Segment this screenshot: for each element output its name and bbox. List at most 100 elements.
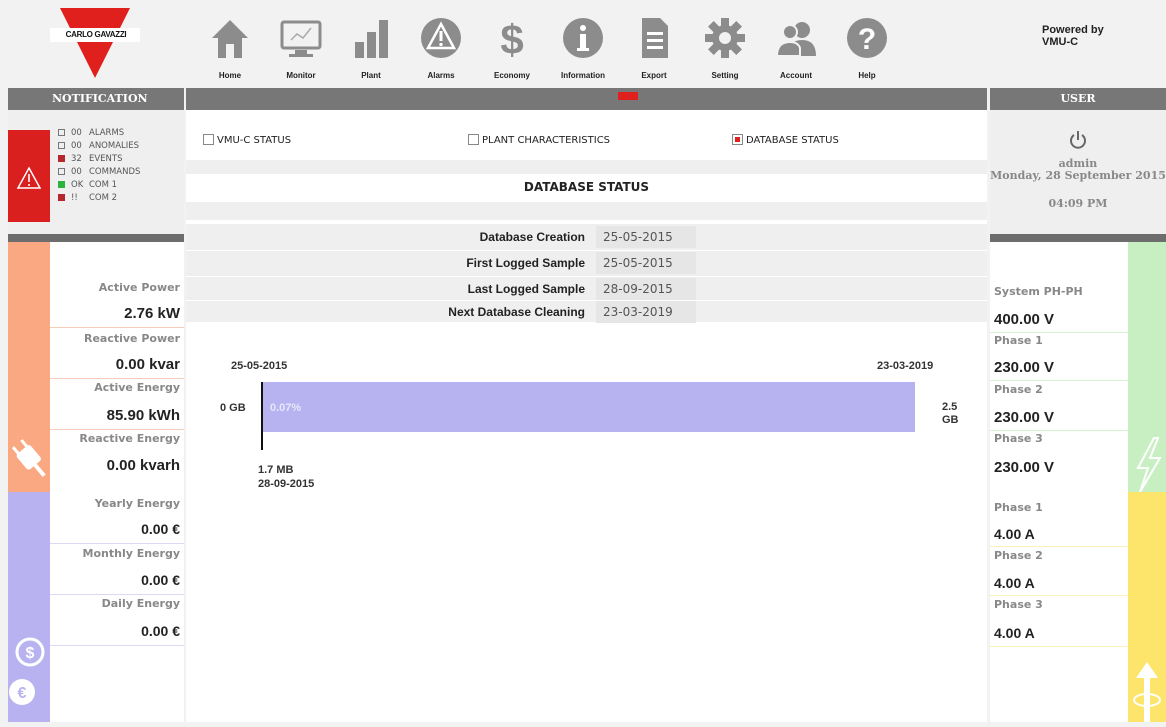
- info-value: 25-05-2015: [596, 226, 696, 248]
- current-phase1-label: Phase 1: [994, 501, 1043, 514]
- separator: [50, 543, 184, 544]
- usage-start-date: 25-05-2015: [231, 360, 288, 372]
- home-icon: [212, 20, 248, 58]
- header: CARLO GAVAZZI Home Monitor Plant Alarms …: [0, 0, 1166, 88]
- powered-by-text: Powered by VMU-C: [1042, 24, 1104, 48]
- notification-label: COMMANDS: [89, 167, 141, 177]
- status-red-icon: [58, 155, 65, 162]
- monthly-energy-value: 0.00 €: [141, 572, 180, 588]
- checkbox-icon: [468, 134, 479, 145]
- nav-economy[interactable]: $ Economy: [476, 8, 548, 84]
- active-power-label: Active Power: [98, 281, 180, 294]
- current-phase3-label: Phase 3: [994, 598, 1043, 611]
- nav-home[interactable]: Home: [194, 8, 266, 84]
- user-panel: admin Monday, 28 September 2015 04:09 PM: [990, 110, 1166, 234]
- tab-label: DATABASE STATUS: [746, 135, 839, 146]
- separator: [50, 645, 184, 646]
- power-accent-strip: [8, 242, 50, 492]
- nav-setting[interactable]: Setting: [689, 8, 761, 84]
- yearly-energy-value: 0.00 €: [141, 521, 180, 537]
- nav-information[interactable]: Information: [547, 8, 619, 84]
- info-value: 28-09-2015: [596, 278, 696, 300]
- help-icon: ?: [847, 18, 887, 58]
- usage-used-size: 1.7 MB: [258, 464, 294, 476]
- yearly-energy-label: Yearly Energy: [94, 497, 180, 510]
- nav-account[interactable]: Account: [760, 8, 832, 84]
- powered-by: Powered by VMU-C: [1042, 24, 1122, 48]
- notification-code: !!: [71, 193, 78, 203]
- reactive-energy-value: 0.00 kvarh: [106, 457, 180, 474]
- notification-code: 00: [71, 141, 82, 151]
- status-green-icon: [58, 181, 65, 188]
- next-cleaning-row: Next Database Cleaning 23-03-2019: [186, 301, 987, 323]
- power-measures-panel: Active Power 2.76 kW Reactive Power 0.00…: [8, 242, 184, 492]
- power-icon[interactable]: [1068, 130, 1088, 150]
- reactive-power-label: Reactive Power: [83, 332, 180, 345]
- usage-marker: [261, 382, 263, 450]
- collapse-tab[interactable]: [618, 92, 638, 100]
- system-ph-ph-label: System PH-PH: [994, 285, 1083, 298]
- status-empty-icon: [58, 129, 65, 136]
- tab-vmu-c-status[interactable]: VMU-C STATUS: [203, 134, 291, 146]
- nav-alarms[interactable]: Alarms: [405, 8, 477, 84]
- nav-monitor[interactable]: Monitor: [265, 8, 337, 84]
- nav-monitor-label: Monitor: [286, 71, 316, 80]
- voltage-phase2-label: Phase 2: [994, 383, 1043, 396]
- current-phase1-value: 4.00 A: [994, 526, 1035, 542]
- daily-energy-value: 0.00 €: [141, 623, 180, 639]
- tab-plant-characteristics[interactable]: PLANT CHARACTERISTICS: [468, 134, 610, 146]
- usage-used-date: 28-09-2015: [258, 478, 315, 490]
- currency-icon: $ €: [9, 637, 45, 705]
- separator: [990, 332, 1128, 333]
- nav-setting-label: Setting: [711, 71, 739, 80]
- alarm-icon: [421, 18, 461, 58]
- notification-events[interactable]: 32 EVENTS: [58, 154, 123, 164]
- separator: [50, 594, 184, 595]
- reactive-energy-label: Reactive Energy: [79, 432, 180, 445]
- current-arrow-icon: [1133, 662, 1161, 722]
- separator: [990, 546, 1128, 547]
- main-header-bar: [186, 88, 987, 110]
- usage-min-label: 0 GB: [220, 402, 246, 414]
- monthly-energy-label: Monthly Energy: [82, 547, 180, 560]
- notification-alarms[interactable]: 00 ALARMS: [58, 128, 124, 138]
- logo-text: CARLO GAVAZZI: [65, 30, 127, 39]
- nav-export[interactable]: Export: [618, 8, 690, 84]
- separator: [990, 430, 1128, 431]
- notification-code: 00: [71, 128, 82, 138]
- notification-com1[interactable]: OK COM 1: [58, 180, 117, 190]
- voltage-phase3-label: Phase 3: [994, 432, 1043, 445]
- notification-label: EVENTS: [89, 154, 123, 164]
- nav-plant[interactable]: Plant: [335, 8, 407, 84]
- notification-label: ANOMALIES: [89, 141, 140, 151]
- usage-max-unit: GB: [942, 414, 959, 426]
- notification-commands[interactable]: 00 COMMANDS: [58, 167, 140, 177]
- notification-warning-block[interactable]: [8, 130, 50, 222]
- voltage-accent-strip: [1128, 242, 1166, 493]
- gear-icon: [705, 18, 745, 58]
- tab-label: PLANT CHARACTERISTICS: [482, 135, 611, 146]
- notification-com2[interactable]: !! COM 2: [58, 193, 117, 203]
- info-value: 23-03-2019: [596, 301, 696, 323]
- info-label: Database Creation: [479, 230, 585, 244]
- plant-icon: [355, 20, 388, 58]
- warning-icon: [16, 166, 42, 189]
- notification-label: COM 2: [89, 193, 118, 203]
- tab-label: VMU-C STATUS: [217, 135, 292, 146]
- nav-home-label: Home: [218, 71, 242, 80]
- separator: [990, 595, 1128, 596]
- separator: [186, 276, 987, 277]
- tab-database-status[interactable]: DATABASE STATUS: [732, 134, 839, 146]
- active-power-value: 2.76 kW: [124, 305, 180, 322]
- nav-help[interactable]: ? Help: [831, 8, 903, 84]
- nav-information-label: Information: [561, 71, 605, 80]
- carlo-gavazzi-logo: CARLO GAVAZZI: [28, 6, 178, 86]
- economy-measures-panel: $ € Yearly Energy 0.00 € Monthly Energy …: [8, 492, 184, 722]
- voltage-phase2-value: 230.00 V: [994, 409, 1055, 426]
- user-time: 04:09 PM: [1048, 197, 1108, 210]
- notification-anomalies[interactable]: 00 ANOMALIES: [58, 141, 139, 151]
- nav-export-label: Export: [641, 71, 667, 80]
- usage-end-date: 23-03-2019: [877, 360, 934, 372]
- checkbox-icon: [203, 134, 214, 145]
- band: [186, 202, 987, 220]
